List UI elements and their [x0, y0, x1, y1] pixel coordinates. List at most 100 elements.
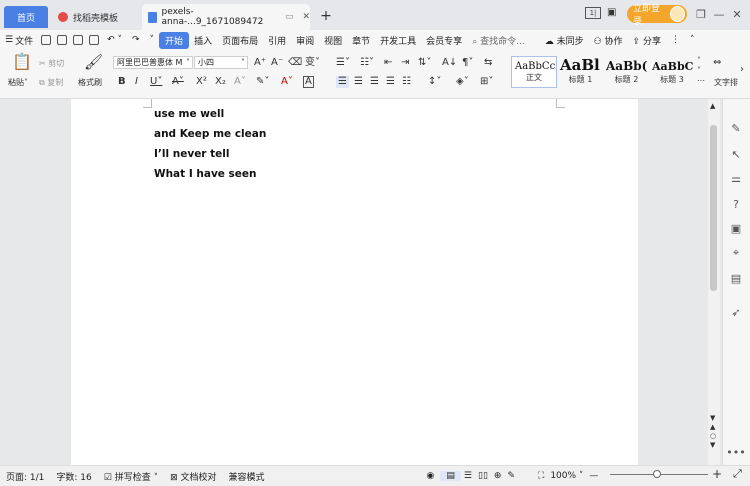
undo-icon[interactable]: ↶ ˅	[102, 35, 127, 45]
eye-icon[interactable]: ◉	[421, 471, 441, 481]
write-view-icon[interactable]: ✎	[504, 471, 518, 481]
clear-format-icon[interactable]: ⌫	[288, 57, 302, 69]
new-tab-button[interactable]: +	[316, 6, 336, 26]
share-button[interactable]: ⇪ 分享	[628, 34, 666, 47]
collab-button[interactable]: ⚇ 协作	[589, 34, 628, 47]
quick-more-icon[interactable]: ˅	[145, 35, 160, 45]
help-icon[interactable]: ?	[730, 198, 742, 211]
underline-icon[interactable]: U˅	[150, 76, 162, 88]
line-spacing-icon[interactable]: ↕˅	[428, 76, 441, 88]
style-heading-2[interactable]: AaBb( 标题 2	[604, 56, 649, 88]
doc-line[interactable]: use me well	[154, 108, 224, 120]
sort-icon[interactable]: ⇅˅	[418, 57, 431, 69]
tab-document[interactable]: pexels-anna-...9_1671089472 ▭ ✕	[142, 4, 310, 30]
distributed-icon[interactable]: ☷	[402, 76, 411, 88]
menu-start[interactable]: 开始	[159, 31, 190, 49]
menu-developer[interactable]: 开发工具	[375, 34, 421, 47]
font-size-select[interactable]: 小四 ˅	[194, 56, 248, 69]
borders-icon[interactable]: ⊞˅	[480, 76, 493, 88]
style-heading-1[interactable]: AaBl 标题 1	[558, 56, 603, 88]
login-button[interactable]: 立即登录	[627, 4, 687, 27]
char-border-icon[interactable]: A	[303, 76, 314, 88]
menu-references[interactable]: 引用	[263, 34, 291, 47]
style-heading-3[interactable]: AaBbC 标题 3	[650, 56, 694, 88]
paste-icon[interactable]: 📋	[12, 54, 32, 70]
menu-view[interactable]: 视图	[319, 34, 347, 47]
image-icon[interactable]: ▣	[730, 222, 742, 235]
minimize-icon[interactable]: —	[710, 6, 728, 22]
zoom-in-icon[interactable]: +	[712, 468, 722, 480]
tab-pin-icon[interactable]: ▭	[285, 12, 294, 22]
scroll-up-icon[interactable]: ▲	[710, 100, 715, 112]
font-shrink-icon[interactable]: A⁻	[271, 57, 283, 69]
format-painter-label[interactable]: 格式刷	[78, 77, 102, 88]
align-center-icon[interactable]: ☰	[354, 76, 363, 88]
italic-icon[interactable]: I	[135, 76, 138, 88]
align-left-icon[interactable]: ☰	[336, 76, 349, 88]
fit-page-icon[interactable]: ⛶	[532, 471, 550, 481]
proofread-button[interactable]: ⊠ 文档校对	[164, 470, 222, 483]
cut-button[interactable]: ✂ 剪切	[39, 58, 64, 69]
pointer-icon[interactable]: ↖	[730, 148, 742, 161]
skin-icon[interactable]: ▣	[607, 7, 616, 19]
page-count[interactable]: 页面: 1/1	[0, 470, 50, 483]
sync-status[interactable]: ☁ 未同步	[540, 34, 589, 47]
rocket-icon[interactable]: ➶	[730, 306, 742, 319]
phonetic-icon[interactable]: 变˅	[305, 57, 320, 69]
save-icon[interactable]	[41, 35, 52, 45]
number-list-icon[interactable]: ☷˅	[360, 57, 374, 69]
web-view-icon[interactable]: ⊕	[491, 471, 505, 481]
format-painter-icon[interactable]: 🖌	[84, 55, 103, 70]
zoom-slider-knob[interactable]	[653, 470, 661, 478]
scroll-page-controls-icon[interactable]: ▼ ▲ ○ ▼	[710, 414, 716, 450]
menu-file[interactable]: 文件	[15, 34, 38, 47]
doc-line[interactable]: and Keep me clean	[154, 128, 266, 140]
tab-stop-icon[interactable]: ⇆	[484, 57, 492, 69]
location-icon[interactable]: ⌖	[730, 246, 742, 259]
font-grow-icon[interactable]: A⁺	[254, 57, 266, 69]
scrollbar-thumb[interactable]	[710, 125, 717, 291]
increase-indent-icon[interactable]: ⇥	[401, 57, 409, 69]
tab-template[interactable]: 找稻壳模板	[52, 6, 140, 28]
menu-page-layout[interactable]: 页面布局	[217, 34, 263, 47]
bold-icon[interactable]: B	[118, 76, 126, 88]
chinese-layout-icon[interactable]: A↓	[442, 57, 457, 69]
page-view-icon[interactable]: ▤	[440, 471, 461, 481]
shading-icon[interactable]: ◈˅	[456, 76, 469, 88]
tab-close-icon[interactable]: ✕	[302, 12, 310, 22]
adjust-icon[interactable]: ⚌	[730, 172, 742, 185]
text-layout-label[interactable]: 文字排	[714, 77, 738, 88]
text-effect-icon[interactable]: A˅	[234, 76, 246, 88]
collapse-ribbon-icon[interactable]: ˄	[685, 35, 700, 45]
doc-line[interactable]: What I have seen	[154, 168, 257, 180]
decrease-indent-icon[interactable]: ⇤	[384, 57, 392, 69]
menu-member[interactable]: 会员专享	[421, 34, 467, 47]
zoom-level[interactable]: 100% ˅	[550, 471, 583, 481]
menu-insert[interactable]: 插入	[189, 34, 217, 47]
strikethrough-icon[interactable]: A˅	[172, 76, 184, 88]
paste-button[interactable]: 粘贴˅	[8, 77, 28, 88]
justify-icon[interactable]: ☰	[386, 76, 395, 88]
text-layout-icon[interactable]: ⇔	[713, 57, 721, 69]
zoom-out-icon[interactable]: —	[583, 471, 604, 481]
book-icon[interactable]: ▤	[730, 272, 742, 285]
pen-icon[interactable]: ✎	[730, 122, 742, 135]
menu-review[interactable]: 审阅	[291, 34, 319, 47]
word-count[interactable]: 字数: 16	[50, 470, 97, 483]
export-pdf-icon[interactable]	[57, 35, 68, 45]
superscript-icon[interactable]: X²	[196, 76, 207, 88]
hamburger-icon[interactable]: ☰	[0, 35, 15, 45]
tab-home[interactable]: 首页	[4, 6, 48, 28]
print-preview-icon[interactable]	[89, 35, 100, 45]
show-marks-icon[interactable]: ¶˅	[462, 57, 473, 69]
style-normal[interactable]: AaBbCcI 正文	[511, 56, 557, 88]
more-panel-icon[interactable]: •••	[726, 446, 745, 459]
align-right-icon[interactable]: ☰	[370, 76, 379, 88]
font-name-select[interactable]: 阿里巴巴普惠体 M ˅	[113, 56, 193, 69]
redo-icon[interactable]: ↷	[127, 35, 145, 45]
close-window-icon[interactable]: ✕	[728, 6, 746, 22]
menu-chapter[interactable]: 章节	[347, 34, 375, 47]
layout-badge-icon[interactable]: 1|	[585, 7, 601, 19]
bullet-list-icon[interactable]: ☰˅	[336, 57, 350, 69]
subscript-icon[interactable]: X₂	[215, 76, 226, 88]
